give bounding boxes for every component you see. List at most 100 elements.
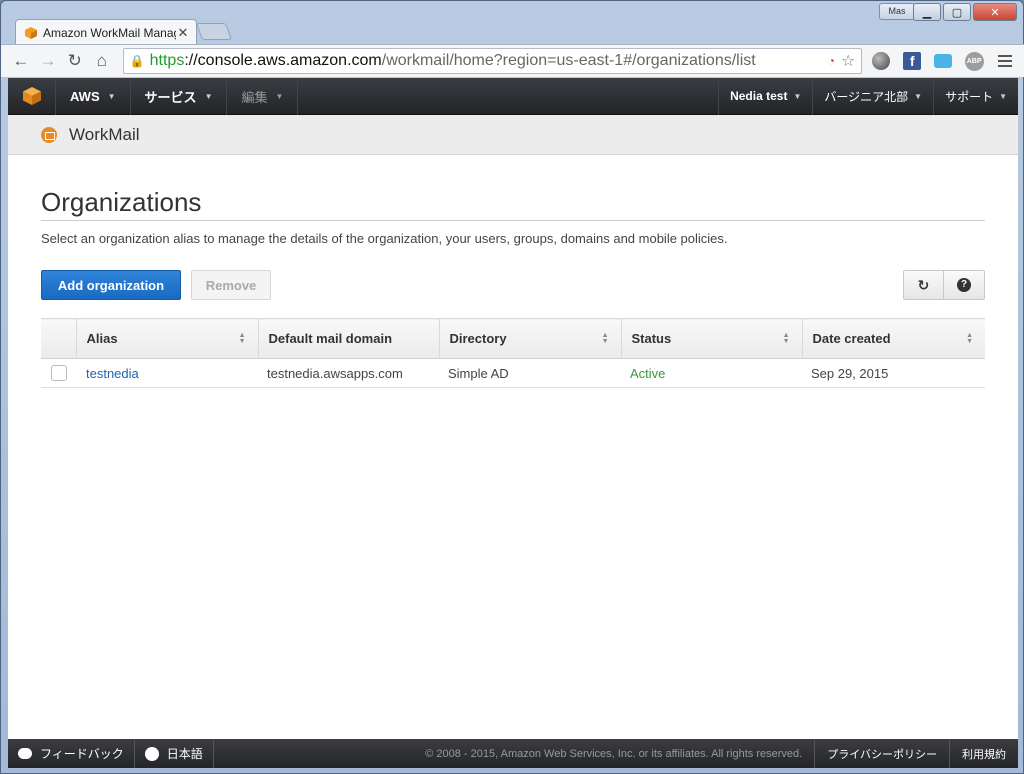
privacy-policy-link[interactable]: プライバシーポリシー [815, 739, 950, 768]
add-organization-button[interactable]: Add organization [41, 270, 181, 300]
user-menu-label: Nedia test [730, 89, 788, 103]
table-header-row: Alias ▲ ▼ Default mail domain Directory ▲ ▼ … [41, 318, 985, 359]
aws-logo[interactable] [8, 78, 56, 115]
copyright-text: © 2008 - 2015, Amazon Web Services, Inc.… [425, 739, 816, 768]
globe-icon [872, 52, 891, 70]
region-menu[interactable]: バージニア北部 ▼ [812, 78, 933, 115]
aws-cube-icon [22, 87, 41, 105]
sort-icon: ▲ ▼ [601, 332, 609, 345]
profile-button[interactable]: Mas [879, 3, 915, 20]
browser-tab[interactable]: Amazon WorkMail Manag ✕ [15, 19, 197, 45]
lock-icon: 🔒 [129, 54, 145, 68]
page-footer: フィードバック 日本語 © 2008 - 2015, Amazon Web Se… [8, 739, 1018, 768]
minimize-button[interactable]: ▁ [913, 3, 941, 21]
select-column-header [41, 318, 77, 359]
support-menu-label: サポート [945, 89, 994, 104]
column-header-status[interactable]: Status ▲ ▼ [621, 318, 803, 359]
tab-title: Amazon WorkMail Manag [43, 25, 176, 40]
back-icon[interactable]: ← [9, 49, 33, 73]
column-label: Date created [812, 331, 891, 346]
menu-icon [998, 55, 1013, 67]
sort-icon: ▲ ▼ [782, 332, 790, 345]
home-icon[interactable]: ⌂ [90, 49, 114, 73]
chevron-down-icon: ▼ [275, 91, 284, 101]
support-menu[interactable]: サポート ▼ [933, 78, 1018, 115]
page-viewport: AWS ▼ サービス ▼ 編集 ▼ Nedia test ▼ バージニア北部 ▼ サポート… [8, 78, 1018, 768]
globe-extension[interactable] [869, 49, 893, 73]
address-bar[interactable]: 🔒 https://console.aws.amazon.com/workmai… [122, 48, 863, 74]
column-label: Status [631, 331, 672, 346]
column-header-directory[interactable]: Directory ▲ ▼ [439, 318, 622, 359]
language-selector[interactable]: 日本語 [135, 739, 214, 768]
refresh-button[interactable]: ↻ [903, 270, 944, 300]
action-bar: Add organization Remove ↻ ? [41, 270, 985, 300]
chevron-down-icon: ▼ [914, 91, 923, 101]
browser-window: Amazon WorkMail Manag ✕ Mas ▁ ▢ ✕ ← → ↻ … [0, 0, 1024, 774]
date-created-cell: Sep 29, 2015 [802, 358, 985, 388]
aws-favicon-icon [25, 26, 37, 39]
chevron-down-icon: ▼ [107, 91, 116, 101]
page-title: Organizations [41, 187, 985, 221]
url-path: /workmail/home?region=us-east-1#/organiz… [381, 52, 756, 69]
services-menu[interactable]: サービス ▼ [131, 78, 228, 115]
directory-cell: Simple AD [439, 358, 621, 388]
aws-menu[interactable]: AWS ▼ [56, 78, 131, 115]
column-header-date-created[interactable]: Date created ▲ ▼ [802, 318, 985, 359]
column-header-alias[interactable]: Alias ▲ ▼ [76, 318, 259, 359]
row-select-cell [41, 358, 76, 388]
edit-menu-label: 編集 [241, 89, 268, 105]
page-description: Select an organization alias to manage t… [41, 231, 728, 246]
help-button[interactable]: ? [944, 270, 985, 300]
alias-cell: testnedia [76, 358, 258, 388]
chevron-down-icon: ▼ [999, 91, 1007, 101]
sort-icon: ▲ ▼ [238, 332, 246, 345]
browser-menu-button[interactable] [993, 49, 1017, 73]
browser-toolbar: ← → ↻ ⌂ 🔒 https://console.aws.amazon.com… [1, 44, 1024, 77]
main-content: Organizations Select an organization ali… [8, 155, 1018, 388]
feedback-label: フィードバック [40, 747, 124, 761]
organization-alias-link[interactable]: testnedia [86, 366, 139, 381]
aws-navbar: AWS ▼ サービス ▼ 編集 ▼ Nedia test ▼ バージニア北部 ▼ サポート… [8, 78, 1018, 115]
table-row[interactable]: testnedia testnedia.awsapps.com Simple A… [41, 358, 985, 388]
column-label: Alias [86, 331, 118, 346]
facebook-extension[interactable]: f [900, 49, 924, 73]
refresh-icon: ↻ [917, 276, 930, 293]
chevron-down-icon: ▼ [793, 91, 802, 101]
remove-button[interactable]: Remove [191, 270, 271, 300]
page-action-icon[interactable]: ◔ [828, 54, 835, 68]
tab-close-icon[interactable]: ✕ [176, 25, 190, 41]
column-label: Default mail domain [268, 331, 393, 346]
feedback-link[interactable]: フィードバック [8, 739, 135, 768]
reload-icon[interactable]: ↻ [63, 49, 87, 73]
star-icon[interactable]: ☆ [841, 51, 855, 71]
maximize-button[interactable]: ▢ [943, 3, 971, 21]
new-tab-button[interactable] [195, 23, 233, 40]
abp-extension[interactable]: ABP [962, 49, 986, 73]
url-scheme: https [149, 52, 185, 69]
language-label: 日本語 [166, 747, 203, 761]
service-header: WorkMail [8, 115, 1018, 155]
chat-icon [934, 54, 953, 68]
abp-icon: ABP [964, 51, 984, 71]
row-checkbox[interactable] [51, 365, 67, 381]
domain-cell: testnedia.awsapps.com [258, 358, 439, 388]
forward-icon[interactable]: → [36, 49, 60, 73]
edit-menu[interactable]: 編集 ▼ [227, 78, 299, 115]
user-menu[interactable]: Nedia test ▼ [718, 78, 812, 115]
globe-icon [144, 746, 159, 761]
status-badge: Active [630, 365, 666, 381]
help-icon: ? [957, 278, 971, 292]
chat-extension[interactable] [931, 49, 955, 73]
aws-menu-label: AWS [70, 88, 100, 104]
terms-link[interactable]: 利用規約 [950, 739, 1018, 768]
speech-bubble-icon [18, 748, 32, 759]
service-name[interactable]: WorkMail [69, 125, 140, 145]
column-label: Directory [449, 331, 507, 346]
services-menu-label: サービス [144, 89, 197, 105]
workmail-icon [41, 126, 57, 143]
column-header-domain[interactable]: Default mail domain [258, 318, 440, 359]
close-window-button[interactable]: ✕ [973, 3, 1017, 21]
region-menu-label: バージニア北部 [824, 89, 909, 104]
tab-strip: Amazon WorkMail Manag ✕ Mas ▁ ▢ ✕ [1, 1, 1023, 45]
organizations-table: Alias ▲ ▼ Default mail domain Directory ▲ ▼ … [41, 318, 985, 388]
